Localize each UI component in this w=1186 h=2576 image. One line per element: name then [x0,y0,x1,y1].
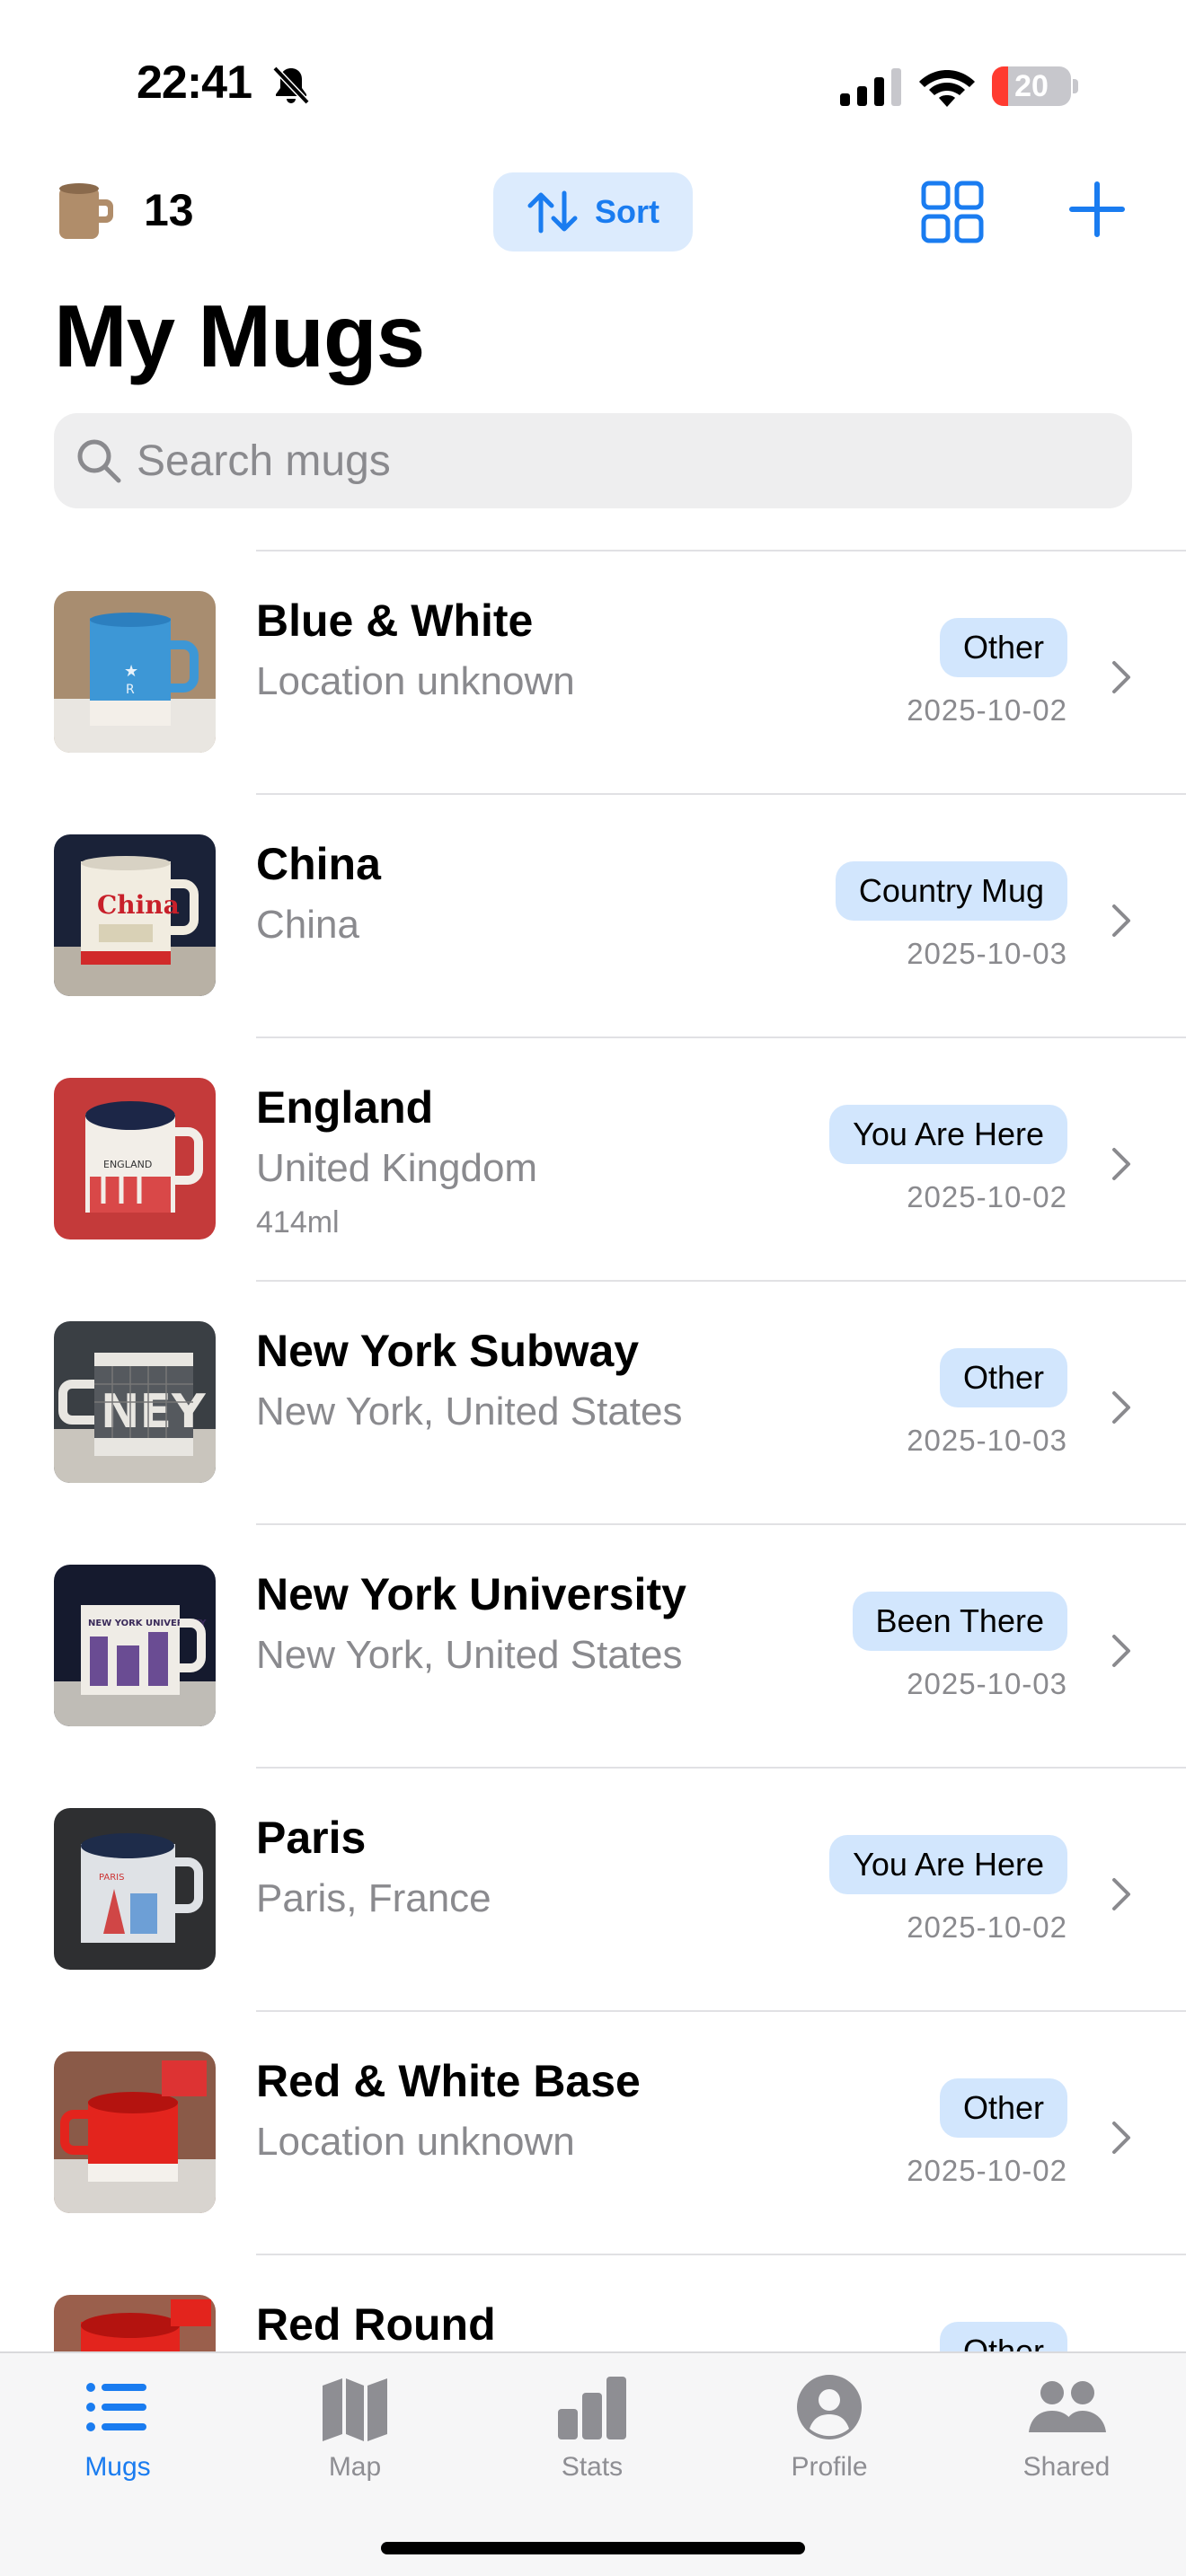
cellular-signal-icon [840,68,901,106]
chevron-right-icon [1112,904,1130,937]
battery-level: 20 [1014,69,1049,103]
mug-date: 2025-10-03 [907,1424,1067,1457]
mug-date: 2025-10-02 [907,1910,1067,1944]
list-item[interactable]: ENGLAND England United Kingdom 414ml You… [0,1037,1186,1280]
category-badge: Been There [852,1592,1067,1651]
wifi-icon [919,70,975,107]
tab-shared[interactable]: Shared [977,2373,1156,2508]
home-indicator [381,2542,805,2554]
mug-list: ★ R Blue & White Location unknown Other … [0,550,1186,2351]
tab-label: Shared [1022,2452,1111,2482]
page-title: My Mugs [54,287,425,385]
mug-date: 2025-10-03 [907,937,1067,970]
category-badge: Other [939,2078,1067,2138]
mug-count: 13 [144,185,194,235]
chevron-right-icon [1112,1148,1130,1180]
mug-name: Red Round [256,2299,496,2350]
plus-icon[interactable] [1067,180,1127,239]
tab-mugs[interactable]: Mugs [28,2373,208,2508]
chevron-right-icon [1112,1635,1130,1667]
category-badge: You Are Here [829,1835,1067,1894]
list-item[interactable]: Red Round Other [0,2254,1186,2351]
mug-name: Red & White Base [256,2056,641,2106]
mug-location: Location unknown [256,2120,575,2164]
mug-icon [59,183,113,239]
mug-date: 2025-10-02 [907,693,1067,727]
category-badge: Other [939,1348,1067,1407]
sort-button[interactable]: Sort [493,172,693,251]
tab-label: Stats [561,2452,624,2482]
mug-date: 2025-10-03 [907,1667,1067,1700]
search-icon [77,439,121,483]
svg-text:ENGLAND: ENGLAND [103,1159,152,1170]
list-item[interactable]: PARIS Paris Paris, France You Are Here 2… [0,1767,1186,2010]
svg-text:NEY: NEY [101,1385,207,1439]
mug-photo [54,2051,216,2213]
mug-photo: ENGLAND [54,1078,216,1239]
search-input[interactable] [137,413,1107,508]
mug-location: China [256,903,359,947]
mug-location: Location unknown [256,659,575,703]
mug-name: New York Subway [256,1326,640,1376]
map-icon [323,2378,387,2441]
chevron-right-icon [1112,661,1130,693]
mug-date: 2025-10-02 [907,2154,1067,2187]
chevron-right-icon [1112,2122,1130,2154]
mug-location: New York, United States [256,1389,683,1434]
tab-stats[interactable]: Stats [502,2373,682,2508]
tab-label: Profile [791,2452,868,2482]
tab-map[interactable]: Map [265,2373,445,2508]
mug-photo: China [54,834,216,996]
mug-name: Paris [256,1813,367,1863]
person-icon [797,2375,862,2439]
mug-date: 2025-10-02 [907,1180,1067,1213]
mug-photo: NEY [54,1321,216,1483]
category-badge: You Are Here [829,1105,1067,1164]
status-time: 22:41 [137,57,252,109]
sort-arrows-icon [527,190,578,234]
mug-location: New York, United States [256,1633,683,1677]
category-badge: Country Mug [835,861,1067,921]
search-bar[interactable] [54,413,1132,508]
chevron-right-icon [1112,1878,1130,1910]
people-icon [1029,2381,1106,2432]
tab-label: Map [328,2452,382,2482]
svg-text:R: R [126,683,135,697]
bell-slash-icon [272,66,310,105]
mug-name: New York University [256,1569,686,1619]
svg-text:China: China [97,890,180,920]
mug-photo [54,2295,216,2351]
sort-label: Sort [595,193,659,230]
list-item[interactable]: Red & White Base Location unknown Other … [0,2010,1186,2254]
list-icon [86,2383,146,2431]
mug-photo: PARIS [54,1808,216,1970]
status-bar: 22:41 20 [0,0,1186,171]
list-item[interactable]: NEW YORK UNIVERSITY New York University … [0,1523,1186,1767]
mug-location: United Kingdom [256,1146,538,1190]
bar-chart-icon [558,2377,626,2439]
mug-name: China [256,839,381,889]
chevron-right-icon [1112,1391,1130,1424]
mug-location: Paris, France [256,1876,491,1920]
tab-profile[interactable]: Profile [739,2373,919,2508]
mug-photo: NEW YORK UNIVERSITY [54,1565,216,1726]
list-item[interactable]: NEY New York Subway New York, United Sta… [0,1280,1186,1523]
tab-label: Mugs [84,2452,151,2482]
list-item[interactable]: ★ R Blue & White Location unknown Other … [0,550,1186,793]
svg-text:PARIS: PARIS [99,1873,124,1883]
mug-photo: ★ R [54,591,216,753]
category-badge: Other [939,618,1067,677]
grid-view-icon[interactable] [920,180,985,244]
mug-name: Blue & White [256,595,534,646]
category-badge: Other [939,2322,1067,2351]
svg-text:★: ★ [124,662,138,681]
mug-name: England [256,1082,434,1133]
mug-capacity: 414ml [256,1205,340,1239]
list-item[interactable]: China China China Country Mug 2025-10-03 [0,793,1186,1037]
battery-icon: 20 [992,66,1078,106]
